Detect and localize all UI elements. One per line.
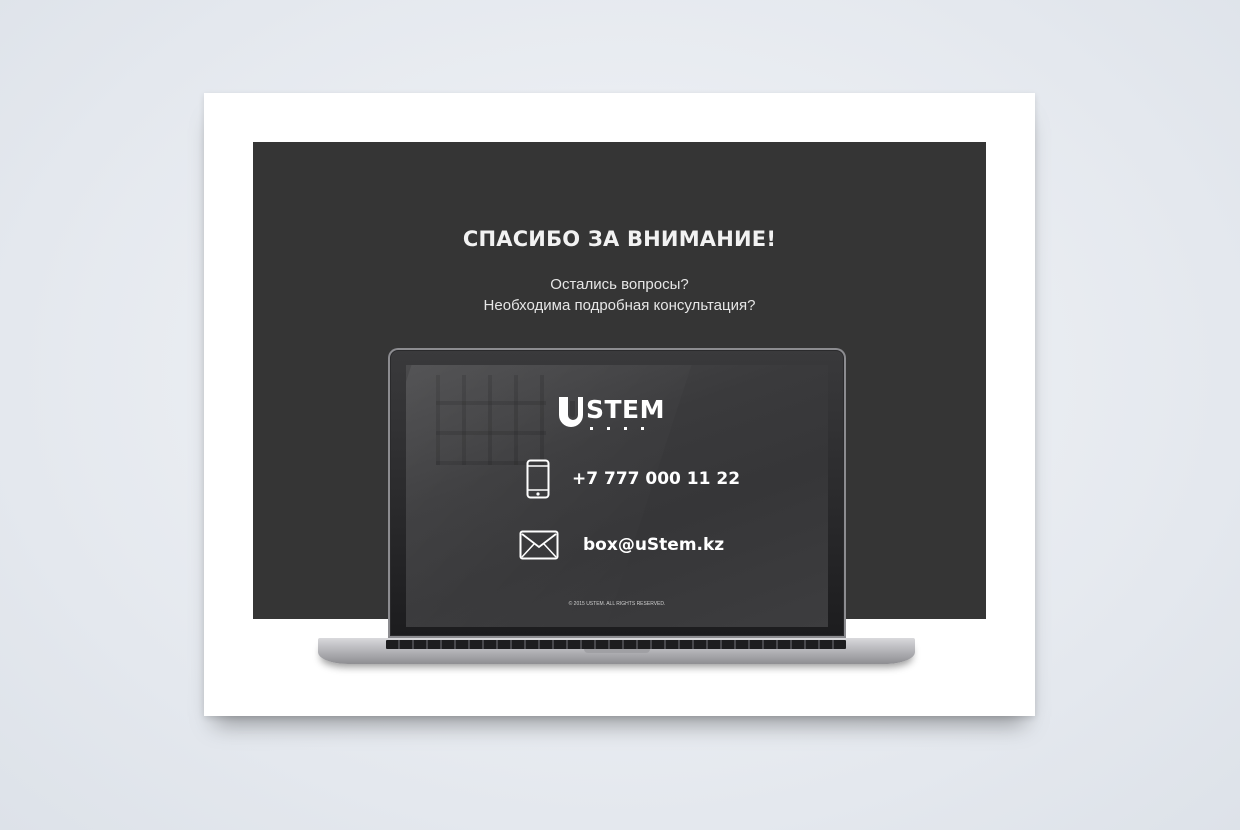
ustem-logo-mark-icon: U xyxy=(559,397,583,427)
subtitle-consultation: Необходима подробная консультация? xyxy=(483,297,756,314)
laptop-base xyxy=(318,638,915,664)
email-contact: box@uStem.kz xyxy=(519,530,724,560)
ustem-logo: U STEM xyxy=(556,393,676,435)
laptop-notch xyxy=(584,649,650,653)
slide-title: СПАСИБО ЗА ВНИМАНИЕ! xyxy=(462,227,777,251)
email-address[interactable]: box@uStem.kz xyxy=(583,535,724,555)
subtitle-questions: Остались вопросы? xyxy=(550,276,689,293)
phone-icon xyxy=(526,459,550,499)
logo-dots xyxy=(590,427,644,430)
copyright-text: © 2015 USTEM. ALL RIGHTS RESERVED. xyxy=(568,601,666,607)
logo-text: STEM xyxy=(586,395,666,424)
phone-contact: +7 777 000 11 22 xyxy=(526,459,740,499)
phone-number[interactable]: +7 777 000 11 22 xyxy=(572,469,740,489)
presentation-slide: СПАСИБО ЗА ВНИМАНИЕ! Остались вопросы? Н… xyxy=(204,93,1035,716)
laptop-lid: U STEM +7 777 000 11 22 xyxy=(388,348,846,638)
laptop-keyboard xyxy=(386,640,846,649)
laptop-screen: U STEM +7 777 000 11 22 xyxy=(406,365,828,627)
envelope-icon xyxy=(519,530,559,560)
